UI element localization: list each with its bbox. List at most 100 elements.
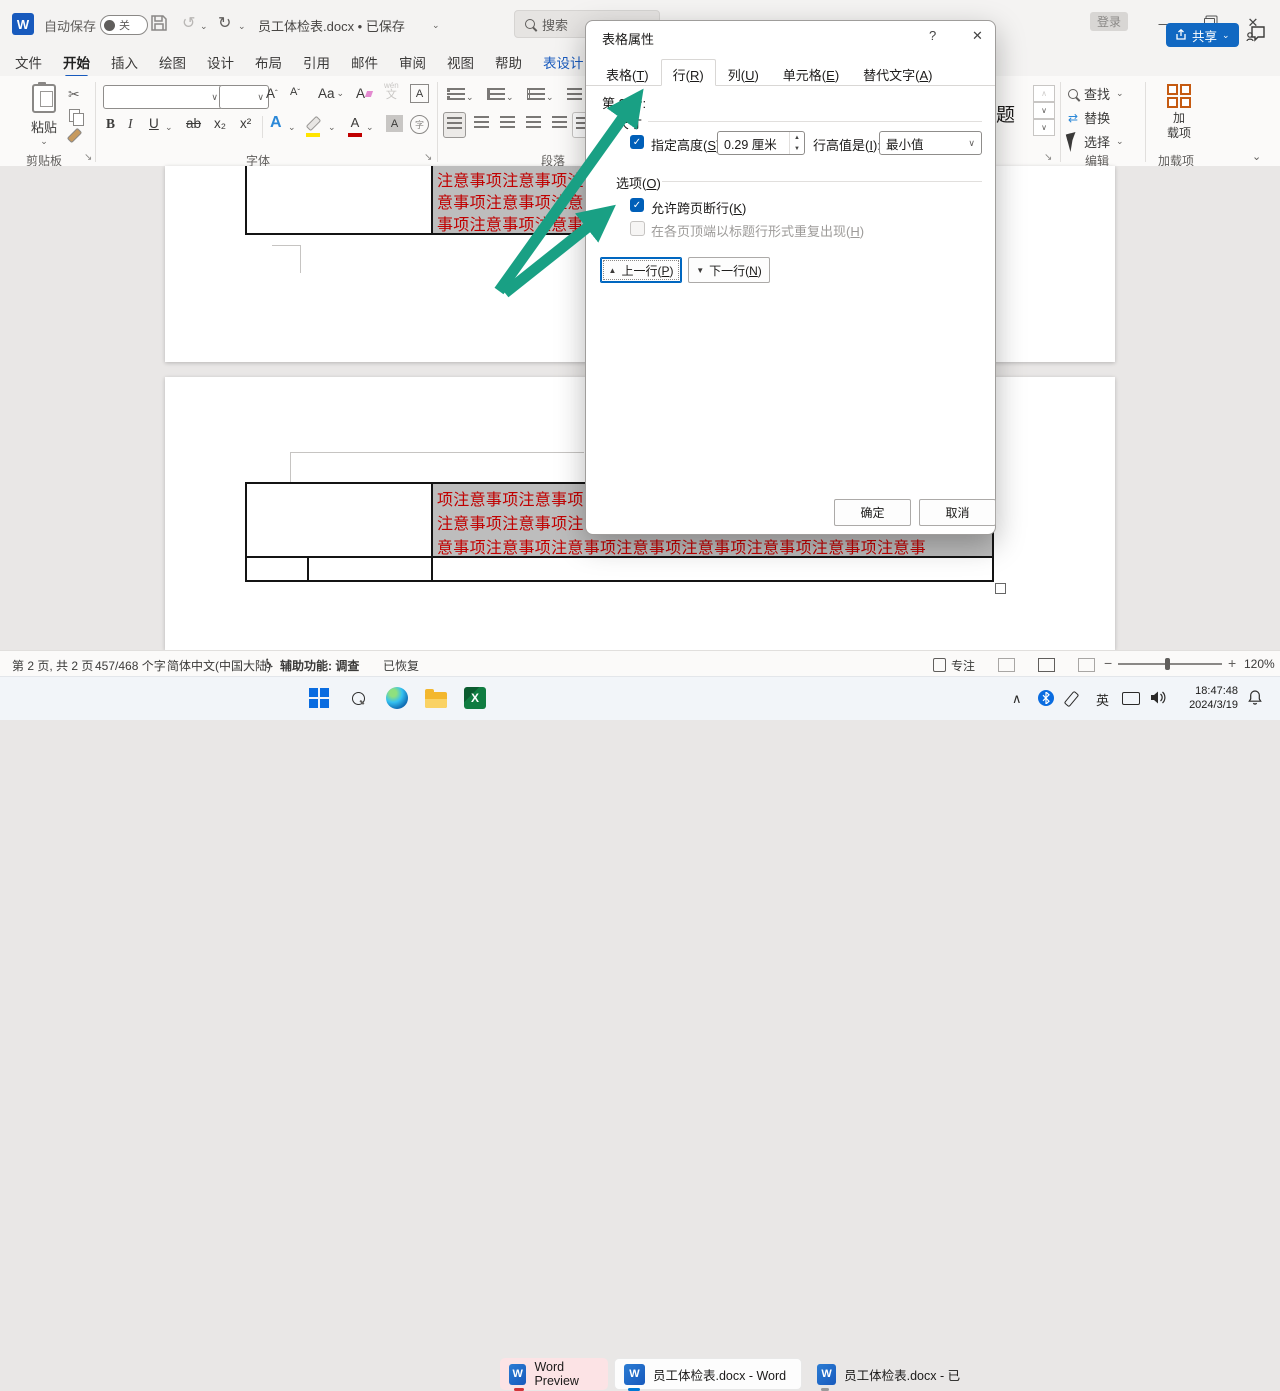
specify-height-checkbox[interactable]: ✓ <box>630 135 644 149</box>
text-effects-button[interactable]: A <box>270 114 282 132</box>
zoom-slider-track[interactable] <box>1118 663 1222 665</box>
next-row-button[interactable]: ▼ 下一行(N) <box>688 257 770 283</box>
shrink-font-button[interactable]: Aˇ <box>290 86 300 98</box>
tab-insert[interactable]: 插入 <box>111 52 138 72</box>
bullets-chevron-icon[interactable]: ⌄ <box>466 92 474 103</box>
taskbar-search-button[interactable] <box>345 685 371 711</box>
table2-text-line[interactable]: 意事项注意事项注意事项注意事项注意事项注意事项注意事项注意事 <box>437 534 926 558</box>
taskbar-app-word-doc-2[interactable]: W 员工体检表.docx - 已自 <box>808 1358 970 1390</box>
underline-chevron-icon[interactable]: ⌄ <box>165 122 173 133</box>
font-color-chevron-icon[interactable]: ⌄ <box>366 122 374 133</box>
dialog-help-icon[interactable]: ? <box>929 28 936 43</box>
word-count[interactable]: 457/468 个字 <box>95 657 166 674</box>
input-language-indicator[interactable]: 英 <box>1096 690 1109 709</box>
change-case-button[interactable]: Aa⌄ <box>318 86 344 101</box>
height-spinbox[interactable]: 0.29 厘米 ▲ ▼ <box>717 131 805 155</box>
table1-text-line[interactable]: 意事项注意事项注意 <box>437 189 584 213</box>
align-left-button[interactable] <box>443 112 466 138</box>
font-size-combo[interactable]: ∨ <box>219 85 269 109</box>
taskbar-app-word-doc-active[interactable]: W 员工体检表.docx - Word <box>614 1358 802 1390</box>
align-right-icon[interactable] <box>500 116 515 128</box>
start-button[interactable] <box>306 685 332 711</box>
spin-down-icon[interactable]: ▼ <box>790 143 804 154</box>
distribute-icon[interactable] <box>552 116 567 128</box>
allow-row-break-checkbox[interactable]: ✓ <box>630 198 644 212</box>
dialog-tab-alttext[interactable]: 替代文字(A) <box>851 59 944 85</box>
redo-chevron-icon[interactable]: ⌄ <box>238 21 246 32</box>
justify-icon[interactable] <box>526 116 541 128</box>
decrease-indent-icon[interactable] <box>567 88 582 100</box>
table1-text-line[interactable]: 事项注意事项注意事 <box>437 211 584 235</box>
network-icon[interactable] <box>1122 692 1140 705</box>
zoom-in-icon[interactable]: + <box>1228 655 1236 671</box>
align-center-icon[interactable] <box>474 116 489 128</box>
tab-view[interactable]: 视图 <box>447 52 474 72</box>
font-color-button[interactable]: A <box>348 114 362 137</box>
tab-home[interactable]: 开始 <box>63 52 90 72</box>
styles-more-button[interactable]: ∨ <box>1033 119 1055 136</box>
enclose-characters-button[interactable]: 字 <box>410 115 429 134</box>
dialog-tab-cell[interactable]: 单元格(E) <box>771 59 851 85</box>
styles-dialog-launcher[interactable]: ↘ <box>1044 152 1052 163</box>
web-layout-icon[interactable] <box>1078 658 1095 672</box>
zoom-slider-thumb[interactable] <box>1165 658 1170 670</box>
tab-help[interactable]: 帮助 <box>495 52 522 72</box>
italic-button[interactable]: I <box>128 116 133 132</box>
tab-design[interactable]: 设计 <box>207 52 234 72</box>
addins-button[interactable]: 加 载项 <box>1156 84 1202 141</box>
recovered-status[interactable]: 已恢复 <box>383 657 419 674</box>
edge-button[interactable] <box>384 685 410 711</box>
bluetooth-icon[interactable] <box>1038 690 1054 706</box>
page-info[interactable]: 第 2 页, 共 2 页 <box>12 657 93 674</box>
table-resize-handle[interactable] <box>995 583 1006 594</box>
volume-icon[interactable] <box>1150 690 1167 705</box>
document-title[interactable]: 员工体检表.docx • 已保存 <box>258 16 405 35</box>
select-button[interactable]: 选择 ⌄ <box>1068 132 1124 151</box>
character-shading-button[interactable]: A <box>386 115 403 132</box>
multilevel-list-icon[interactable] <box>527 88 545 100</box>
underline-button[interactable]: U <box>149 116 159 131</box>
font-dialog-launcher[interactable]: ↘ <box>424 152 432 163</box>
superscript-button[interactable]: x² <box>240 116 251 131</box>
tab-layout[interactable]: 布局 <box>255 52 282 72</box>
dialog-tab-table[interactable]: 表格(T) <box>594 59 661 85</box>
print-layout-icon[interactable] <box>1038 658 1055 672</box>
undo-chevron-icon[interactable]: ⌄ <box>200 21 208 32</box>
copy-icon[interactable] <box>69 109 80 122</box>
zoom-out-icon[interactable]: − <box>1104 655 1112 671</box>
signin-button[interactable]: 登录 <box>1090 12 1128 31</box>
subscript-button[interactable]: x₂ <box>214 116 226 131</box>
styles-gallery-partial[interactable]: 题 <box>996 100 1015 127</box>
character-border-button[interactable]: A <box>410 84 429 103</box>
numbering-chevron-icon[interactable]: ⌄ <box>506 92 514 103</box>
styles-scroll-down-button[interactable]: ∨ <box>1033 102 1055 119</box>
pen-icon[interactable] <box>1064 691 1080 708</box>
focus-mode-button[interactable]: 专注 <box>951 657 975 674</box>
spin-up-icon[interactable]: ▲ <box>790 132 804 143</box>
dialog-tab-row[interactable]: 行(R) <box>661 59 716 86</box>
table-properties-dialog[interactable]: 表格属性 ? ✕ 表格(T) 行(R) 列(U) 单元格(E) 替代文字(A) … <box>585 20 996 535</box>
excel-button[interactable]: X <box>462 685 488 711</box>
previous-row-button[interactable]: ▲ 上一行(P) <box>600 257 682 283</box>
grow-font-button[interactable]: Aˆ <box>266 86 278 101</box>
notification-bell-icon[interactable] <box>1248 690 1262 705</box>
paste-button[interactable]: 粘贴 ⌄ <box>22 84 66 147</box>
table2-text-line[interactable]: 项注意事项注意事项 <box>437 486 584 510</box>
tray-chevron-icon[interactable]: ∧ <box>1012 691 1022 707</box>
clock[interactable]: 18:47:48 2024/3/19 <box>1178 685 1238 713</box>
row-height-select[interactable]: 最小值 ∨ <box>879 131 982 155</box>
multilevel-chevron-icon[interactable]: ⌄ <box>546 92 554 103</box>
zoom-level[interactable]: 120% <box>1244 657 1275 671</box>
autosave-toggle[interactable]: 关 <box>100 15 148 35</box>
tab-draw[interactable]: 绘图 <box>159 52 186 72</box>
read-mode-icon[interactable] <box>998 658 1015 672</box>
dialog-tab-column[interactable]: 列(U) <box>716 59 771 85</box>
ok-button[interactable]: 确定 <box>834 499 911 526</box>
cut-icon[interactable]: ✂ <box>68 86 80 103</box>
undo-icon[interactable]: ↺ <box>182 13 195 33</box>
tab-mailings[interactable]: 邮件 <box>351 52 378 72</box>
tab-file[interactable]: 文件 <box>15 52 42 72</box>
taskbar-app-word-preview[interactable]: W Word Preview <box>500 1358 608 1390</box>
text-effects-chevron-icon[interactable]: ⌄ <box>288 122 296 133</box>
numbering-icon[interactable] <box>487 88 505 100</box>
